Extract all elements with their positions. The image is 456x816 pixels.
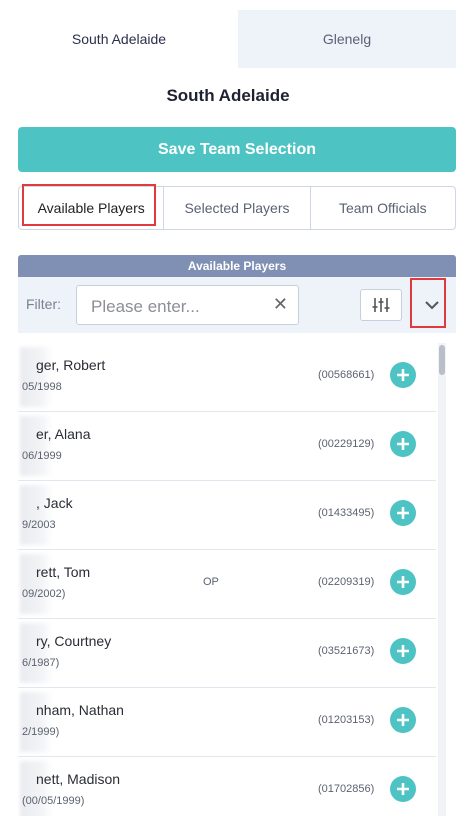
expand-filter-button[interactable] <box>416 289 448 321</box>
chevron-down-icon <box>425 301 439 310</box>
list-item: ger, Robert 05/1998 (00568661) <box>18 343 436 412</box>
scrollbar-thumb[interactable] <box>439 345 445 375</box>
player-dob: 05/1998 <box>22 381 62 393</box>
tab-glenelg[interactable]: Glenelg <box>238 10 456 68</box>
player-name: nett, Madison <box>36 771 121 787</box>
blurred-avatar <box>20 761 52 816</box>
blurred-avatar <box>20 554 52 614</box>
player-id: (02209319) <box>318 576 375 588</box>
player-name: ry, Courtney <box>36 633 112 649</box>
add-player-button[interactable] <box>390 569 416 595</box>
filter-bar: Filter: Please enter... ✕ <box>18 277 456 333</box>
blurred-avatar <box>20 485 52 545</box>
save-team-selection-button[interactable]: Save Team Selection <box>18 127 456 172</box>
player-name: rett, Tom <box>36 564 91 580</box>
player-name: nham, Nathan <box>36 702 124 718</box>
player-id: (03521673) <box>318 645 375 657</box>
filter-placeholder: Please enter... <box>91 297 200 316</box>
plus-icon <box>397 576 409 588</box>
sub-tabs: Available Players Selected Players Team … <box>18 186 456 230</box>
tab-team-officials[interactable]: Team Officials <box>311 187 455 229</box>
player-name: ger, Robert <box>36 357 106 373</box>
add-player-button[interactable] <box>390 362 416 388</box>
player-id: (01702856) <box>318 783 375 795</box>
sliders-icon <box>372 298 390 312</box>
add-player-button[interactable] <box>390 707 416 733</box>
panel-header: Available Players <box>18 255 456 277</box>
player-name: , Jack <box>36 495 73 511</box>
players-list: ger, Robert 05/1998 (00568661) er, Alana… <box>18 343 436 816</box>
list-item: ry, Courtney 6/1987) (03521673) <box>18 619 436 688</box>
tab-selected-players[interactable]: Selected Players <box>164 187 311 229</box>
filter-input[interactable]: Please enter... ✕ <box>76 285 299 325</box>
blurred-avatar <box>20 416 52 476</box>
player-dob: 2/1999) <box>22 726 60 738</box>
player-dob: 09/2002) <box>22 588 66 600</box>
filter-label: Filter: <box>26 296 61 312</box>
plus-icon <box>397 438 409 450</box>
list-item: er, Alana 06/1999 (00229129) <box>18 412 436 481</box>
player-dob: 9/2003 <box>22 519 56 531</box>
team-tabs: South Adelaide Glenelg <box>0 10 456 68</box>
player-dob: 06/1999 <box>22 450 62 462</box>
plus-icon <box>397 369 409 381</box>
close-icon[interactable]: ✕ <box>273 294 288 315</box>
list-item: nham, Nathan 2/1999) (01203153) <box>18 688 436 757</box>
player-dob: 6/1987) <box>22 657 60 669</box>
player-name: er, Alana <box>36 426 91 442</box>
list-scrollbar[interactable] <box>438 343 446 816</box>
player-id: (01433495) <box>318 507 375 519</box>
tab-available-players[interactable]: Available Players <box>19 187 165 229</box>
tab-south-adelaide[interactable]: South Adelaide <box>0 10 238 68</box>
list-item: rett, Tom 09/2002) OP (02209319) <box>18 550 436 619</box>
plus-icon <box>397 714 409 726</box>
player-dob: (00/05/1999) <box>22 795 85 807</box>
player-id: (01203153) <box>318 714 375 726</box>
plus-icon <box>397 645 409 657</box>
player-id: (00229129) <box>318 438 375 450</box>
player-position: OP <box>203 576 219 588</box>
plus-icon <box>397 783 409 795</box>
blurred-avatar <box>20 347 52 407</box>
sort-options-button[interactable] <box>360 289 402 321</box>
blurred-avatar <box>20 623 52 683</box>
add-player-button[interactable] <box>390 776 416 802</box>
team-title: South Adelaide <box>166 86 290 105</box>
add-player-button[interactable] <box>390 431 416 457</box>
plus-icon <box>397 507 409 519</box>
add-player-button[interactable] <box>390 500 416 526</box>
list-item: nett, Madison (00/05/1999) (01702856) <box>18 757 436 816</box>
list-item: , Jack 9/2003 (01433495) <box>18 481 436 550</box>
blurred-avatar <box>20 692 52 752</box>
player-id: (00568661) <box>318 369 375 381</box>
add-player-button[interactable] <box>390 638 416 664</box>
